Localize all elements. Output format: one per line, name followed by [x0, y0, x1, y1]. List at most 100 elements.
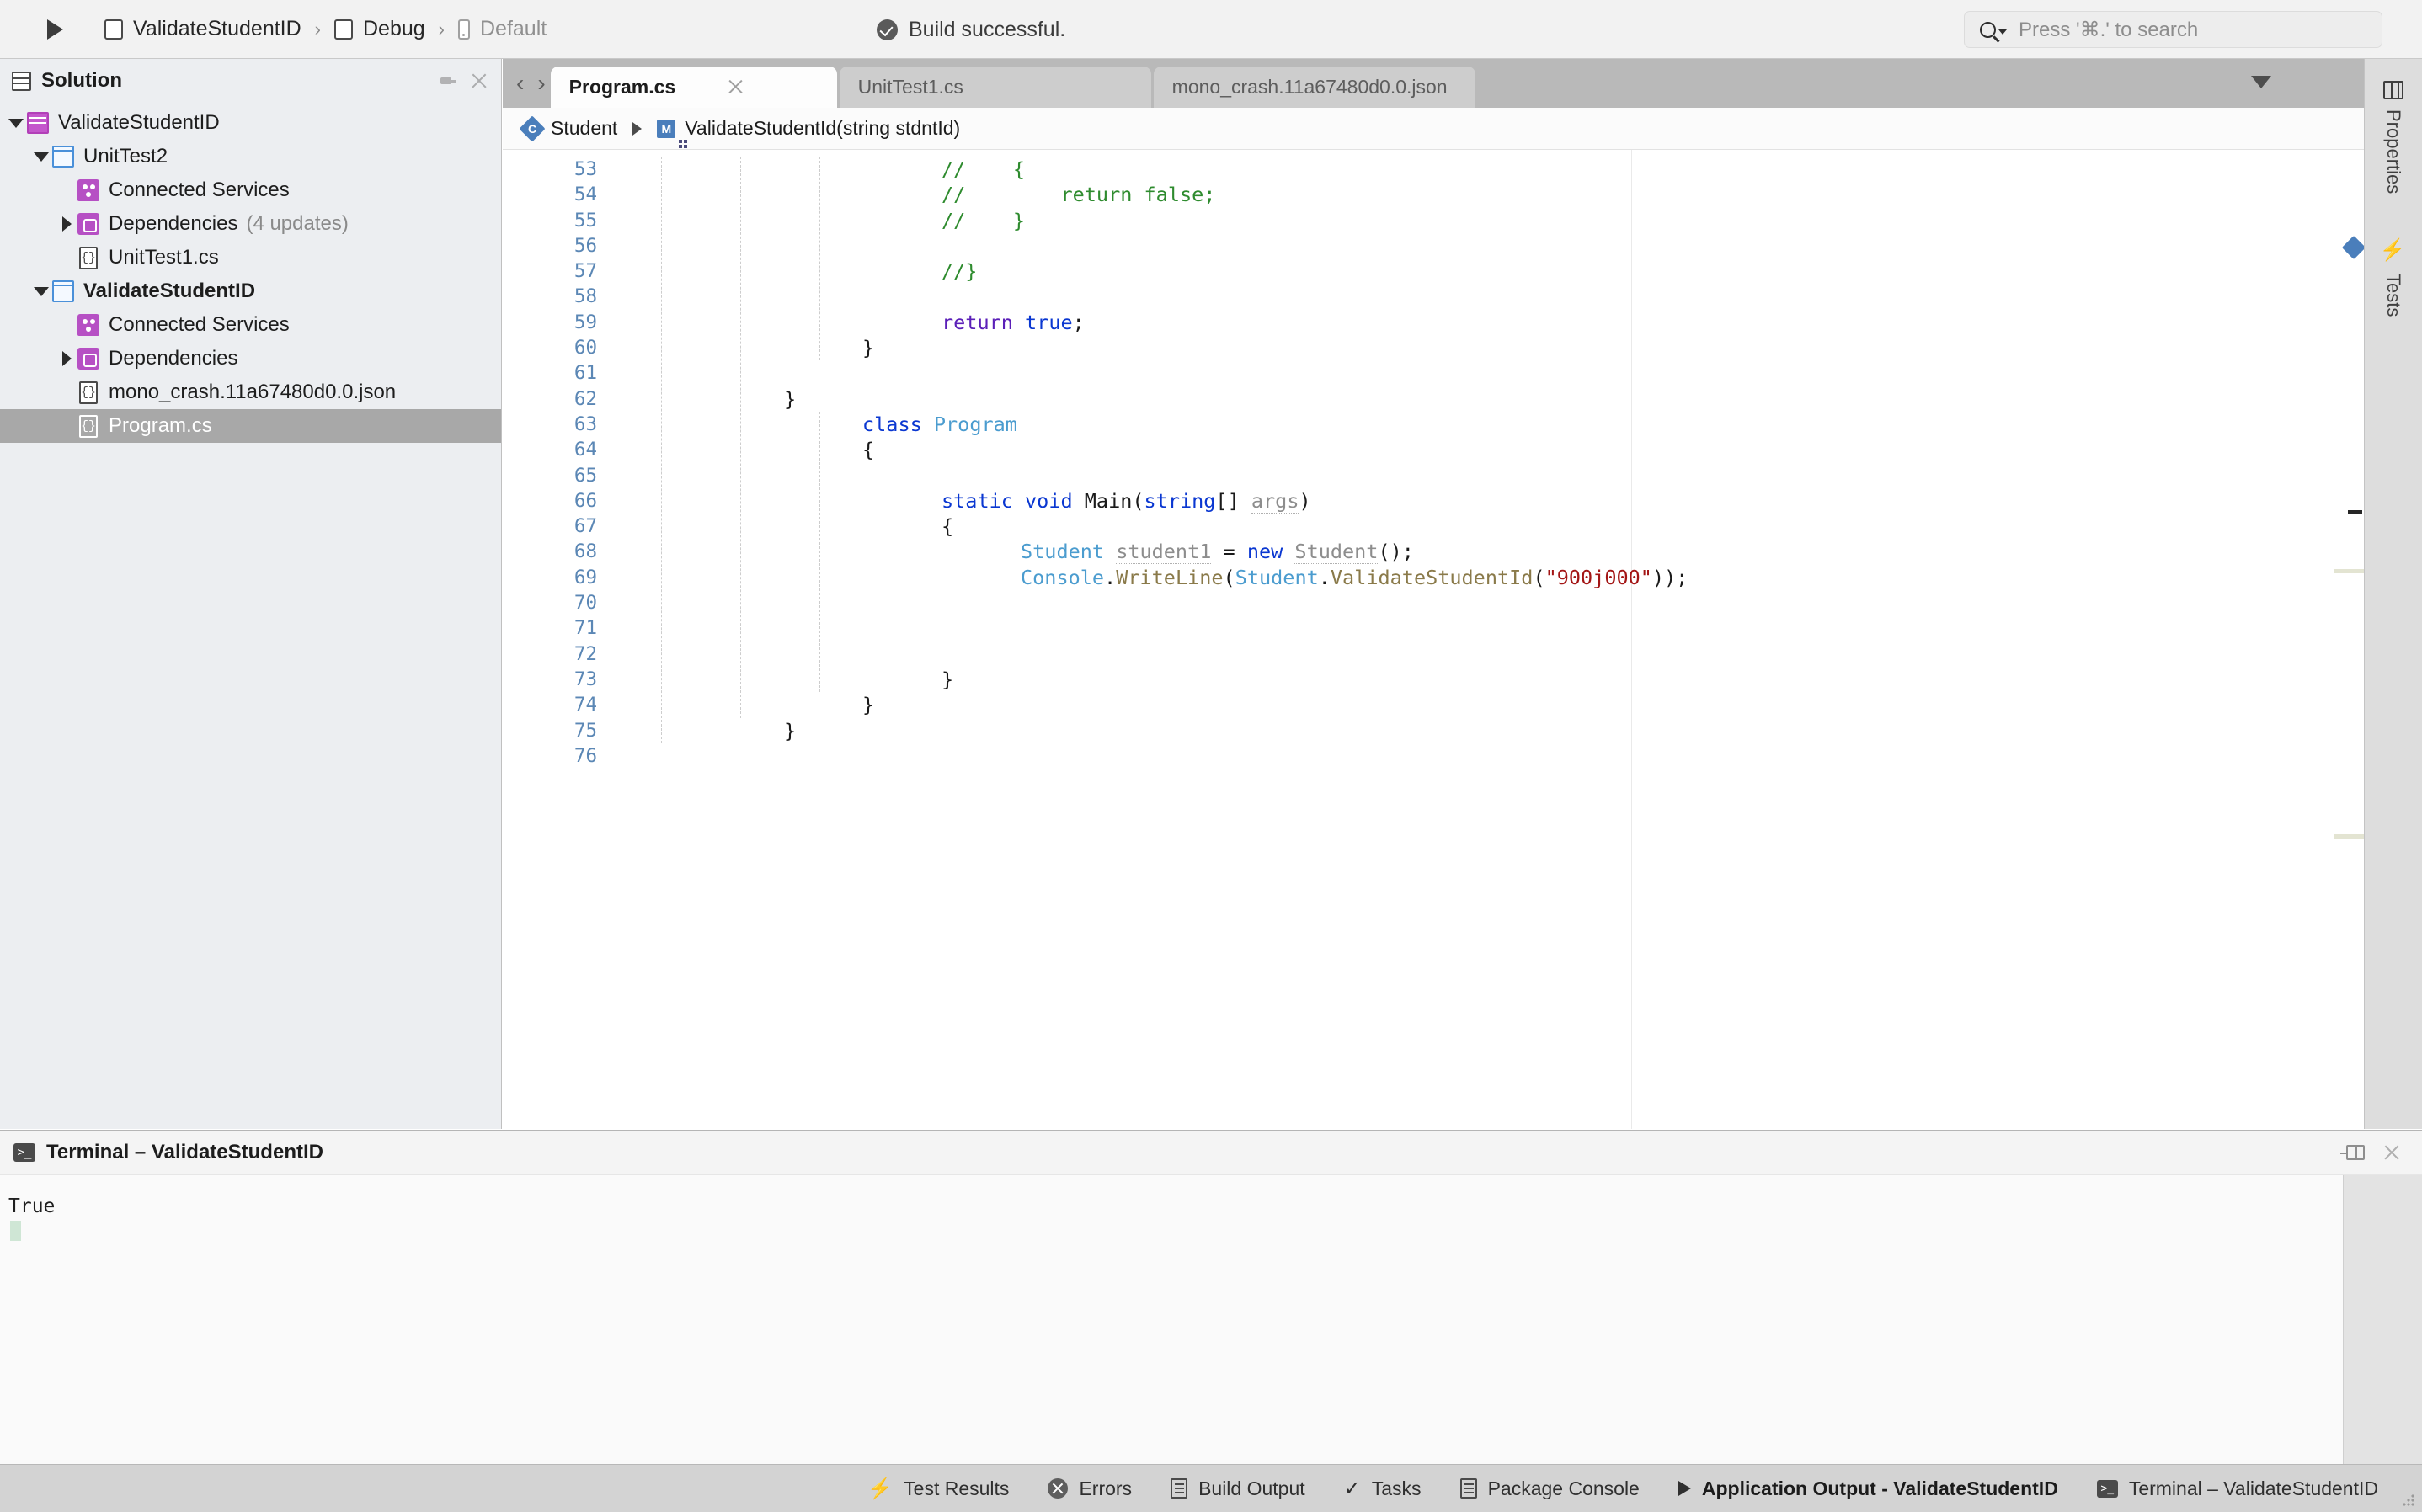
- twisty-collapsed-icon[interactable]: [56, 342, 77, 375]
- document-icon: [1171, 1478, 1188, 1499]
- code-line[interactable]: 55 // }: [503, 208, 2364, 233]
- code-editor[interactable]: 53// {54// return false; 55// } 56 57//} 58 5…: [503, 150, 2364, 1129]
- code-line[interactable]: 54 // return false;: [503, 182, 2364, 207]
- code-text: }: [784, 718, 796, 743]
- code-line[interactable]: 53 // {: [503, 157, 2364, 182]
- line-number: 58: [573, 285, 597, 308]
- pin-icon[interactable]: [439, 72, 456, 89]
- split-pane-icon[interactable]: [2340, 1145, 2365, 1160]
- status-item[interactable]: Package Console: [1459, 1477, 1640, 1500]
- search-icon: [1980, 21, 1996, 38]
- code-line[interactable]: 60}: [503, 335, 2364, 360]
- tab-overflow-menu-icon[interactable]: [2251, 76, 2271, 88]
- status-item[interactable]: >_ Terminal – ValidateStudentID: [2096, 1477, 2378, 1500]
- code-text: Console.WriteLine(Student.ValidateStuden…: [1021, 565, 1688, 590]
- twisty-expanded-icon[interactable]: [5, 106, 27, 140]
- code-line[interactable]: 71: [503, 615, 2364, 641]
- code-line[interactable]: 72: [503, 642, 2364, 667]
- resize-grip[interactable]: [2402, 1493, 2415, 1507]
- code-line[interactable]: 63 class Program: [503, 412, 2364, 437]
- breadcrumb-project[interactable]: ValidateStudentID: [99, 13, 307, 45]
- terminal-close-icon[interactable]: [2383, 1144, 2400, 1161]
- code-line[interactable]: 67 {: [503, 514, 2364, 539]
- vtab-tests[interactable]: ⚡ Tests: [2381, 237, 2406, 317]
- code-line[interactable]: 64 {: [503, 437, 2364, 462]
- breadcrumb-separator-1: ›: [314, 18, 321, 40]
- tree-item[interactable]: ValidateStudentID: [0, 274, 501, 308]
- tree-item[interactable]: ValidateStudentID: [0, 106, 501, 140]
- status-item[interactable]: Errors: [1048, 1477, 1132, 1500]
- scroll-thumb-marker[interactable]: [2348, 510, 2362, 514]
- tree-item[interactable]: {} mono_crash.11a67480d0.0.json: [0, 375, 501, 409]
- status-item[interactable]: Build Output: [1171, 1477, 1305, 1500]
- status-item[interactable]: Application Output - ValidateStudentID: [1678, 1477, 2058, 1500]
- terminal-icon: >_: [2096, 1479, 2118, 1498]
- breadcrumb-method[interactable]: M ValidateStudentId(string stdntId): [650, 117, 967, 143]
- chevron-down-icon: [1998, 29, 2007, 35]
- close-icon[interactable]: [471, 72, 488, 89]
- run-button[interactable]: [40, 15, 69, 44]
- code-line[interactable]: 56: [503, 233, 2364, 258]
- build-status[interactable]: Build successful.: [877, 0, 1065, 59]
- code-line[interactable]: 62}: [503, 386, 2364, 412]
- error-icon: [1048, 1478, 1069, 1499]
- tree-item[interactable]: Dependencies (4 updates): [0, 207, 501, 241]
- terminal-body[interactable]: True >_ +: [0, 1175, 2422, 1464]
- tab-mono-crash-json[interactable]: mono_crash.11a67480d0.0.json: [1153, 67, 1475, 108]
- line-number: 59: [573, 311, 597, 333]
- tree-item[interactable]: {} Program.cs: [0, 409, 501, 443]
- code-token: =: [1211, 540, 1247, 564]
- line-number: 71: [573, 617, 597, 640]
- code-text: }: [862, 692, 874, 717]
- line-number: 73: [573, 668, 597, 690]
- editor-tabbar: ‹ › Program.cs UnitTest1.cs mono_crash.1…: [503, 59, 2364, 108]
- tree-item[interactable]: Dependencies: [0, 342, 501, 375]
- line-number: 69: [573, 566, 597, 588]
- code-line[interactable]: 74}: [503, 692, 2364, 717]
- status-item[interactable]: ✓ Tasks: [1344, 1477, 1422, 1501]
- code-line[interactable]: 68 Student student1 = new Student();: [503, 539, 2364, 565]
- nav-back-icon[interactable]: ‹: [516, 72, 524, 95]
- twisty-expanded-icon[interactable]: [30, 140, 52, 173]
- tab-close-icon[interactable]: [728, 79, 744, 95]
- tree-item[interactable]: Connected Services: [0, 308, 501, 342]
- breadcrumb-class[interactable]: Student: [516, 114, 624, 142]
- code-line[interactable]: 76: [503, 743, 2364, 769]
- code-line[interactable]: 70: [503, 590, 2364, 615]
- breadcrumb-configuration[interactable]: Debug: [329, 13, 430, 45]
- nav-forward-icon[interactable]: ›: [537, 72, 545, 95]
- code-line[interactable]: 75}: [503, 718, 2364, 743]
- code-line[interactable]: 73}: [503, 667, 2364, 692]
- twisty-expanded-icon[interactable]: [30, 274, 52, 308]
- code-line[interactable]: 61: [503, 360, 2364, 386]
- tree-item-badge: (4 updates): [246, 212, 349, 235]
- terminal-icon: >_: [13, 1143, 35, 1162]
- right-tool-strip: Properties ⚡ Tests: [2364, 59, 2422, 1129]
- code-text: {: [862, 437, 874, 462]
- line-number: 55: [573, 209, 597, 232]
- device-icon: [458, 19, 470, 40]
- status-item[interactable]: ⚡ Test Results: [867, 1477, 1009, 1501]
- tab-program-cs[interactable]: Program.cs: [550, 67, 837, 108]
- code-token: ();: [1378, 540, 1414, 564]
- tree-item[interactable]: {} UnitTest1.cs: [0, 241, 501, 274]
- solution-pad-title: Solution: [41, 69, 122, 92]
- overview-scrollbar[interactable]: [2334, 235, 2364, 1129]
- code-token: ));: [1651, 565, 1688, 589]
- line-number: 57: [573, 260, 597, 283]
- code-text: // {: [942, 157, 1025, 182]
- tree-item[interactable]: Connected Services: [0, 173, 501, 207]
- code-line[interactable]: 58: [503, 284, 2364, 309]
- tree-item[interactable]: UnitTest2: [0, 140, 501, 173]
- tab-unittest1-cs[interactable]: UnitTest1.cs: [839, 67, 1151, 108]
- code-line[interactable]: 59 return true;: [503, 310, 2364, 335]
- breadcrumb-device[interactable]: Default: [453, 13, 552, 45]
- code-line[interactable]: 66 static void Main(string[] args): [503, 488, 2364, 514]
- code-line[interactable]: 65: [503, 463, 2364, 488]
- search-input[interactable]: Press '⌘.' to search: [1964, 11, 2382, 48]
- code-line[interactable]: 57 //}: [503, 258, 2364, 284]
- code-line[interactable]: 69 Console.WriteLine(Student.ValidateStud…: [503, 565, 2364, 590]
- vtab-properties[interactable]: Properties: [2382, 81, 2404, 194]
- twisty-collapsed-icon[interactable]: [56, 207, 77, 241]
